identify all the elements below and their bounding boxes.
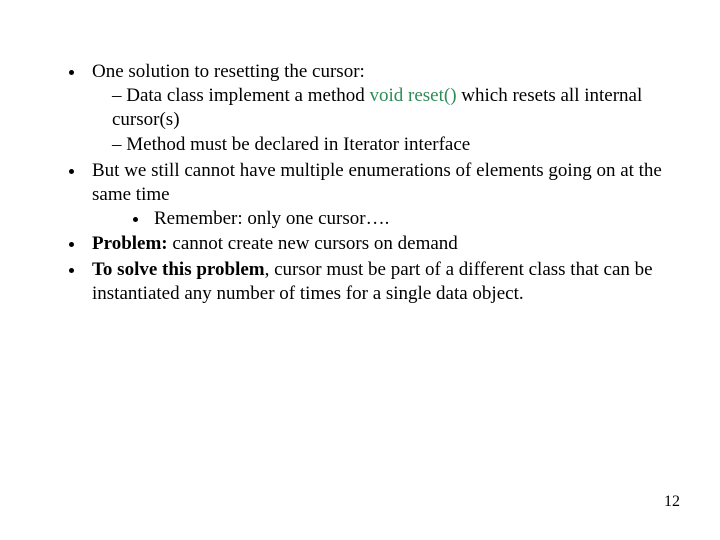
bullet-3: Problem: cannot create new cursors on de… <box>86 232 662 256</box>
bullet-4: To solve this problem, cursor must be pa… <box>86 258 662 306</box>
bullet-4-bold: To solve this problem <box>92 259 265 280</box>
bullet-1b: Method must be declared in Iterator inte… <box>112 133 662 157</box>
bullet-3-bold: Problem: <box>92 233 168 254</box>
bullet-2-sublist: Remember: only one cursor…. <box>92 207 662 231</box>
bullet-1a: Data class implement a method void reset… <box>112 84 662 132</box>
bullet-2: But we still cannot have multiple enumer… <box>86 159 662 230</box>
code-void-reset: void reset() <box>369 85 456 106</box>
bullet-3-rest: cannot create new cursors on demand <box>168 233 458 254</box>
bullet-list: One solution to resetting the cursor: Da… <box>58 60 662 306</box>
bullet-1-sublist: Data class implement a method void reset… <box>92 84 662 157</box>
bullet-1b-text: Method must be declared in Iterator inte… <box>126 134 470 155</box>
bullet-1-text: One solution to resetting the cursor: <box>92 61 365 82</box>
bullet-2-text: But we still cannot have multiple enumer… <box>92 160 662 205</box>
bullet-2a-text: Remember: only one cursor…. <box>154 208 389 229</box>
page-number: 12 <box>664 492 680 512</box>
bullet-2a: Remember: only one cursor…. <box>150 207 662 231</box>
bullet-1: One solution to resetting the cursor: Da… <box>86 60 662 157</box>
slide-body: One solution to resetting the cursor: Da… <box>0 0 720 540</box>
bullet-1a-pre: Data class implement a method <box>126 85 369 106</box>
